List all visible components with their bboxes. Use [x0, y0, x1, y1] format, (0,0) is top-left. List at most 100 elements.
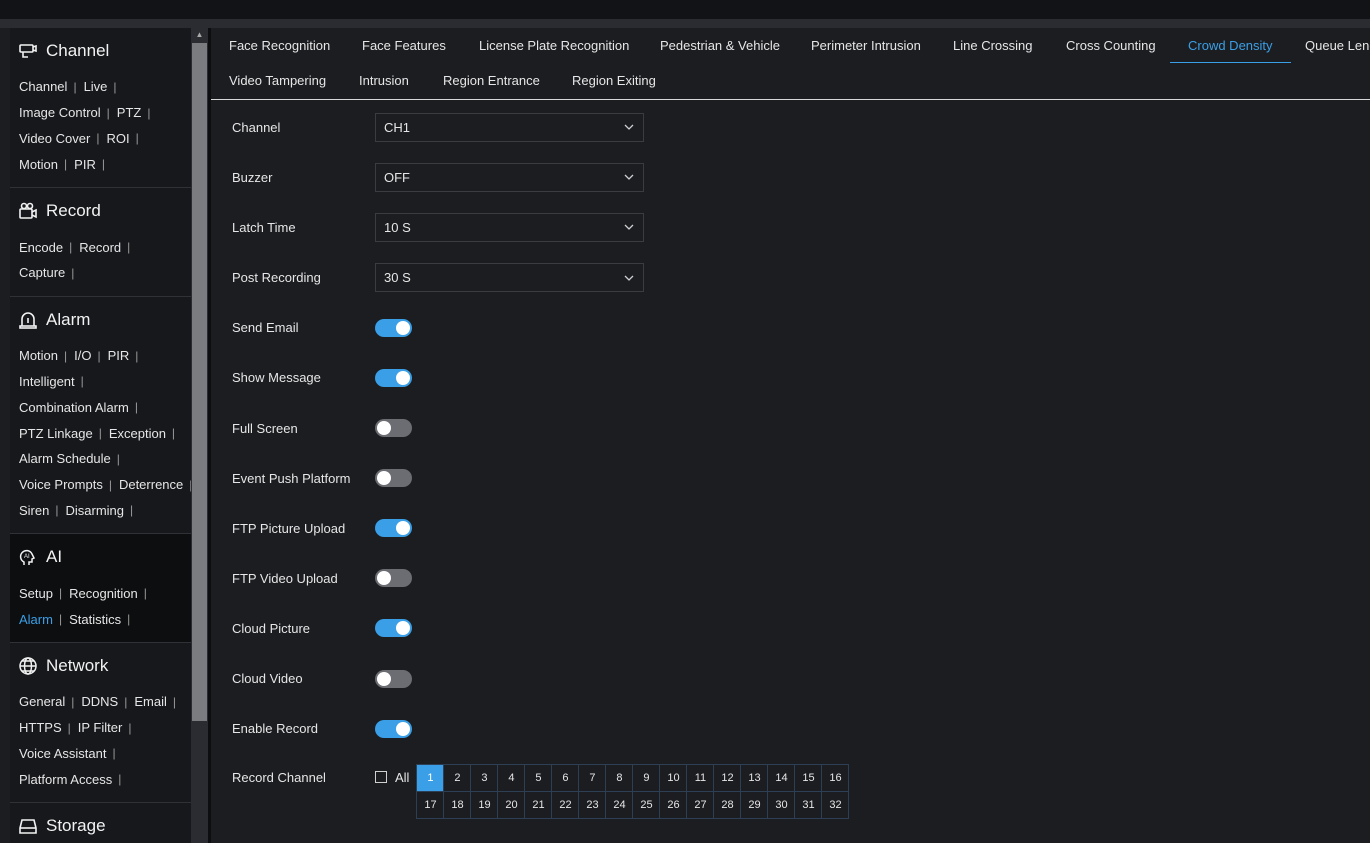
- sidebar-item-motion[interactable]: Motion: [19, 157, 58, 172]
- channel-cell[interactable]: 17: [417, 791, 445, 819]
- sidebar-section-header-storage[interactable]: Storage: [10, 803, 191, 843]
- tab-intrusion[interactable]: Intrusion: [359, 63, 409, 98]
- sidebar-item-alarm[interactable]: Alarm: [19, 612, 53, 627]
- sidebar-section-header-alarm[interactable]: Alarm: [10, 297, 191, 343]
- channel-cell[interactable]: 4: [498, 764, 526, 792]
- tab-perimeter-intrusion[interactable]: Perimeter Intrusion: [811, 28, 921, 63]
- sidebar-item-alarm-schedule[interactable]: Alarm Schedule: [19, 451, 111, 466]
- channel-cell[interactable]: 28: [714, 791, 742, 819]
- sidebar-item-record[interactable]: Record: [79, 240, 121, 255]
- sidebar-item-intelligent[interactable]: Intelligent: [19, 374, 75, 389]
- show-message-toggle[interactable]: [375, 368, 412, 387]
- channel-cell[interactable]: 6: [552, 764, 580, 792]
- sidebar-item-statistics[interactable]: Statistics: [69, 612, 121, 627]
- send-email-toggle[interactable]: [375, 318, 412, 337]
- sidebar-item-capture[interactable]: Capture: [19, 265, 65, 280]
- tab-crowd-density[interactable]: Crowd Density: [1170, 28, 1290, 63]
- channel-select[interactable]: CH1: [375, 112, 644, 142]
- tab-line-crossing[interactable]: Line Crossing: [953, 28, 1033, 63]
- channel-cell[interactable]: 24: [606, 791, 634, 819]
- sidebar-item-voice-prompts[interactable]: Voice Prompts: [19, 477, 103, 492]
- sidebar-item-general[interactable]: General: [19, 694, 65, 709]
- sidebar-item-platform-access[interactable]: Platform Access: [19, 772, 112, 787]
- sidebar-item-ddns[interactable]: DDNS: [81, 694, 118, 709]
- cloud-picture-toggle[interactable]: [375, 619, 412, 638]
- event-push-platform-toggle[interactable]: [375, 469, 412, 488]
- sidebar-item-email[interactable]: Email: [134, 694, 167, 709]
- tab-license-plate-recognition[interactable]: License Plate Recognition: [479, 28, 629, 63]
- tab-queue-leng[interactable]: Queue Leng: [1305, 28, 1370, 63]
- channel-cell[interactable]: 10: [660, 764, 688, 792]
- sidebar-item-motion[interactable]: Motion: [19, 348, 58, 363]
- channel-cell[interactable]: 9: [633, 764, 661, 792]
- sidebar-item-live[interactable]: Live: [84, 79, 108, 94]
- sidebar-item-exception[interactable]: Exception: [109, 426, 166, 441]
- sidebar-scrollbar[interactable]: ▲: [191, 28, 208, 843]
- channel-cell[interactable]: 27: [687, 791, 715, 819]
- tab-video-tampering[interactable]: Video Tampering: [229, 63, 326, 98]
- scroll-up-arrow-icon[interactable]: ▲: [191, 28, 208, 42]
- channel-cell[interactable]: 26: [660, 791, 688, 819]
- channel-cell[interactable]: 20: [498, 791, 526, 819]
- channel-cell[interactable]: 15: [795, 764, 823, 792]
- sidebar-item-ptz-linkage[interactable]: PTZ Linkage: [19, 426, 93, 441]
- sidebar-item-channel[interactable]: Channel: [19, 79, 67, 94]
- channel-cell[interactable]: 29: [741, 791, 769, 819]
- sidebar-item-voice-assistant[interactable]: Voice Assistant: [19, 746, 106, 761]
- sidebar-item-ptz[interactable]: PTZ: [117, 105, 142, 120]
- channel-cell[interactable]: 8: [606, 764, 634, 792]
- sidebar-section-header-channel[interactable]: Channel: [10, 28, 191, 74]
- channel-cell[interactable]: 19: [471, 791, 499, 819]
- sidebar-item-recognition[interactable]: Recognition: [69, 586, 138, 601]
- channel-cell[interactable]: 23: [579, 791, 607, 819]
- channel-cell[interactable]: 3: [471, 764, 499, 792]
- channel-cell[interactable]: 31: [795, 791, 823, 819]
- sidebar-section-header-network[interactable]: Network: [10, 643, 191, 689]
- enable-record-toggle[interactable]: [375, 719, 412, 738]
- sidebar-item-siren[interactable]: Siren: [19, 503, 49, 518]
- sidebar-item-roi[interactable]: ROI: [106, 131, 129, 146]
- channel-cell[interactable]: 16: [822, 764, 850, 792]
- tab-region-entrance[interactable]: Region Entrance: [443, 63, 540, 98]
- sidebar-item-video-cover[interactable]: Video Cover: [19, 131, 90, 146]
- channel-cell[interactable]: 14: [768, 764, 796, 792]
- channel-cell[interactable]: 7: [579, 764, 607, 792]
- scroll-thumb[interactable]: [192, 43, 207, 721]
- channel-cell[interactable]: 12: [714, 764, 742, 792]
- channel-cell[interactable]: 21: [525, 791, 553, 819]
- all-checkbox[interactable]: [375, 771, 387, 784]
- ftp-picture-upload-toggle[interactable]: [375, 519, 412, 538]
- channel-cell[interactable]: 30: [768, 791, 796, 819]
- tab-cross-counting[interactable]: Cross Counting: [1066, 28, 1156, 63]
- sidebar-item-pir[interactable]: PIR: [74, 157, 96, 172]
- sidebar-item-i-o[interactable]: I/O: [74, 348, 91, 363]
- channel-cell[interactable]: 5: [525, 764, 553, 792]
- sidebar-section-header-ai[interactable]: AI AI: [10, 534, 191, 580]
- tab-face-features[interactable]: Face Features: [362, 28, 446, 63]
- buzzer-select[interactable]: OFF: [375, 162, 644, 192]
- sidebar-item-ip-filter[interactable]: IP Filter: [78, 720, 123, 735]
- channel-cell[interactable]: 25: [633, 791, 661, 819]
- cloud-video-toggle[interactable]: [375, 669, 412, 688]
- sidebar-item-setup[interactable]: Setup: [19, 586, 53, 601]
- sidebar-section-header-record[interactable]: Record: [10, 188, 191, 234]
- sidebar-item-combination-alarm[interactable]: Combination Alarm: [19, 400, 129, 415]
- channel-cell[interactable]: 32: [822, 791, 850, 819]
- sidebar-item-disarming[interactable]: Disarming: [65, 503, 124, 518]
- sidebar-item-pir[interactable]: PIR: [108, 348, 130, 363]
- channel-cell[interactable]: 18: [444, 791, 472, 819]
- post-recording-select[interactable]: 30 S: [375, 263, 644, 293]
- sidebar-item-https[interactable]: HTTPS: [19, 720, 62, 735]
- latch-time-select[interactable]: 10 S: [375, 212, 644, 242]
- channel-cell[interactable]: 11: [687, 764, 715, 792]
- channel-cell[interactable]: 13: [741, 764, 769, 792]
- sidebar-item-deterrence[interactable]: Deterrence: [119, 477, 183, 492]
- tab-face-recognition[interactable]: Face Recognition: [229, 28, 330, 63]
- sidebar-item-encode[interactable]: Encode: [19, 240, 63, 255]
- channel-cell[interactable]: 1: [417, 764, 445, 792]
- channel-cell[interactable]: 2: [444, 764, 472, 792]
- ftp-video-upload-toggle[interactable]: [375, 569, 412, 588]
- sidebar-item-image-control[interactable]: Image Control: [19, 105, 101, 120]
- tab-pedestrian-vehicle[interactable]: Pedestrian & Vehicle: [660, 28, 780, 63]
- tab-region-exiting[interactable]: Region Exiting: [572, 63, 656, 98]
